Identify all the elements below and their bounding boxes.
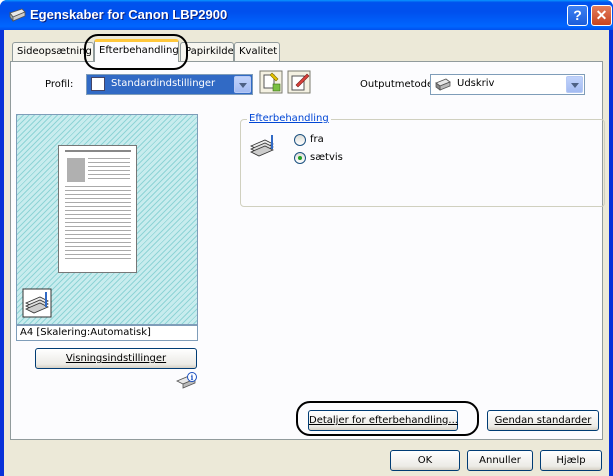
finishing-details-label: Detaljer for efterbehandling... [309,415,458,426]
add-profile-icon[interactable] [258,69,284,95]
tab-papirkilde[interactable]: Papirkilde [180,42,234,61]
preview-page [58,145,137,273]
restore-defaults-button[interactable]: Gendan standarder [487,410,599,431]
dialog-client: Sideopsætning Efterbehandling Papirkilde… [4,30,609,476]
preview-image-icon [67,158,85,182]
finishing-group [240,119,605,207]
profile-value: Standardindstillinger [111,78,216,89]
finishing-group-title: Efterbehandling [247,113,331,124]
help-button[interactable]: Hjælp [540,450,602,471]
output-method-value: Udskriv [457,78,495,89]
radio-saetvis[interactable] [294,152,306,164]
restore-defaults-label: Gendan standarder [494,415,592,426]
chevron-down-icon[interactable] [566,76,583,93]
tab-efterbehandling[interactable]: Efterbehandling [94,39,179,62]
svg-text:i: i [191,373,194,382]
printer-icon [9,8,26,23]
collate-stack-icon [250,135,274,157]
edit-profile-icon[interactable] [286,69,312,95]
output-method-select[interactable]: Udskriv [430,74,585,95]
title-bar[interactable]: Egenskaber for Canon LBP2900 ? ✕ [0,0,613,30]
printer-icon [435,78,451,91]
profile-label: Profil: [45,79,74,90]
radio-fra[interactable] [294,134,306,146]
cancel-button[interactable]: Annuller [467,450,533,471]
radio-saetvis-label: sætvis [310,152,343,163]
window-title: Egenskaber for Canon LBP2900 [30,7,228,22]
ok-button[interactable]: OK [390,450,460,471]
output-method-label: Outputmetode: [360,79,437,90]
dialog-window: Egenskaber for Canon LBP2900 ? ✕ Sideops… [0,0,613,476]
display-settings-button[interactable]: Visningsindstillinger [35,348,197,369]
radio-fra-label: fra [310,134,324,145]
display-settings-label: Visningsindstillinger [65,353,167,364]
printer-info-icon[interactable]: i [176,372,198,390]
finishing-details-button[interactable]: Detaljer for efterbehandling... [308,410,458,431]
stack-collate-icon [22,288,52,318]
chevron-down-icon[interactable] [234,76,251,93]
tab-kvalitet[interactable]: Kvalitet [234,42,280,61]
help-title-button[interactable]: ? [567,5,588,26]
preview-status: A4 [Skalering:Automatisk] [16,325,198,341]
close-button[interactable]: ✕ [591,5,612,26]
profile-icon [91,77,105,91]
tab-sideopsaetning[interactable]: Sideopsætning [12,42,94,61]
profile-select[interactable]: Standardindstillinger [86,74,253,95]
